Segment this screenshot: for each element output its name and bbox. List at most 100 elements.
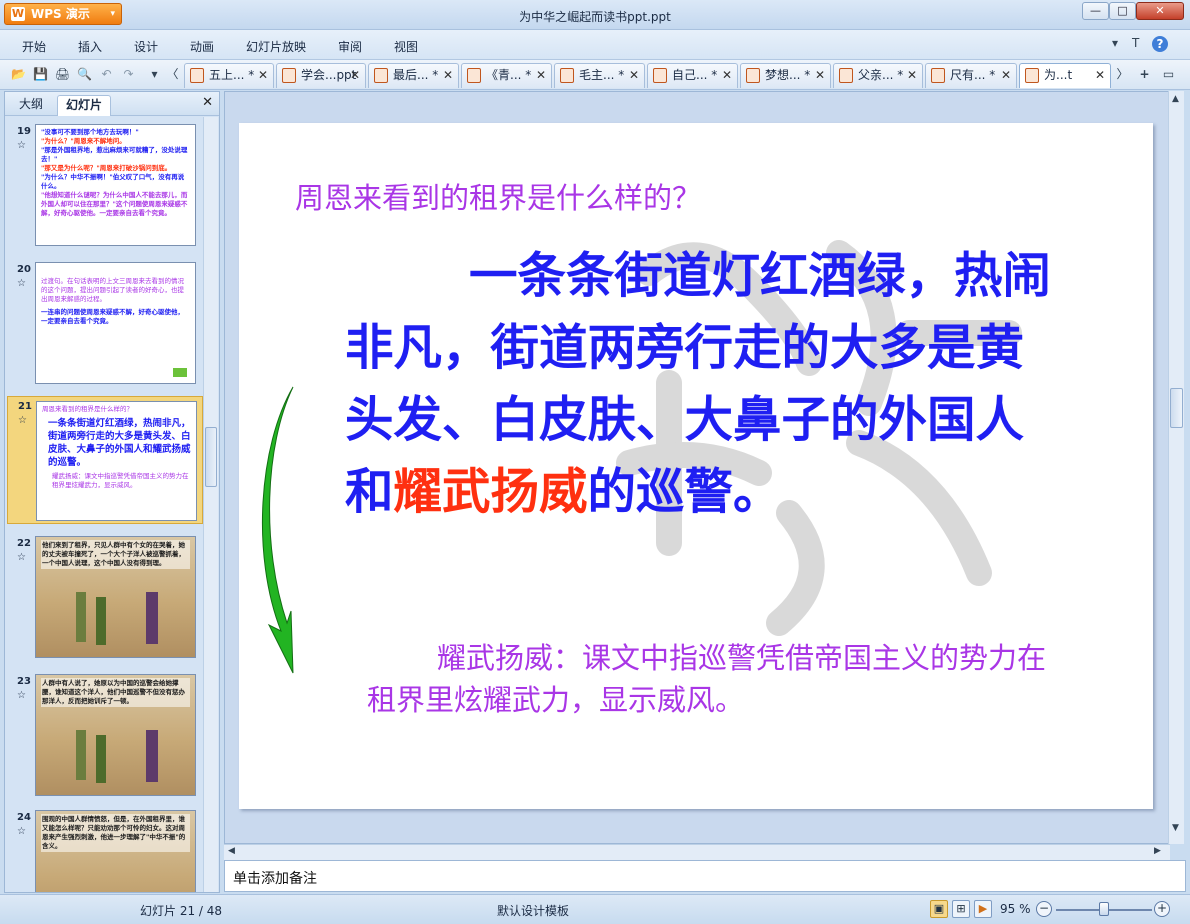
doc-tab[interactable]: 毛主... * ✕ [554, 63, 645, 88]
slide-thumb-row[interactable]: 24 ☆ 围观的中国人群情愤怒，但是，在外国租界里，谁又能怎么样呢？只能劝劝那个… [7, 808, 203, 892]
close-button[interactable]: ✕ [1136, 2, 1184, 20]
slide-thumbnail[interactable]: "没事可不要到那个地方去玩啊！" "为什么？"周恩来不解地问。 "那是外国租界地… [35, 124, 196, 246]
main-text-part: 的巡警。 [587, 464, 782, 520]
minimize-button[interactable]: — [1082, 2, 1109, 20]
slideshow-icon[interactable]: ▶ [974, 900, 992, 918]
panel-close-icon[interactable]: ✕ [202, 95, 213, 110]
doc-tab[interactable]: 尺有... * ✕ [925, 63, 1017, 88]
doc-tab[interactable]: 《青... * ✕ [461, 63, 552, 88]
tab-close-icon[interactable]: ✕ [629, 64, 639, 87]
next-slide-icon[interactable]: ▼ [1172, 823, 1179, 833]
slide-thumb-row-selected[interactable]: 21 ☆ 周恩来看到的租界是什么样的？ 一条条街道灯红酒绿，热闹非凡，街道两旁行… [7, 396, 203, 524]
redo-icon[interactable]: ↷ [120, 66, 137, 83]
doc-tab-label: 学会...ppt [301, 68, 357, 82]
scroll-left-icon[interactable]: ◀ [228, 846, 235, 856]
slide-thumbnail[interactable]: 过渡句。在句话表明的上文三周恩来去看到的情况的这个问题，提出问题引起了读者的好奇… [35, 262, 196, 384]
doc-tab[interactable]: 梦想... * ✕ [740, 63, 831, 88]
vertical-scrollbar[interactable]: ▲ ▼ [1168, 91, 1184, 844]
ppt-file-icon [653, 68, 667, 83]
doc-tab[interactable]: 父亲... * ✕ [833, 63, 923, 88]
tab-close-icon[interactable]: ✕ [722, 64, 732, 87]
horizontal-scrollbar[interactable]: ◀ ▶ [224, 844, 1170, 860]
doc-tab-modified: * [432, 68, 439, 82]
ppt-file-icon [931, 68, 945, 83]
doc-tab-label: 毛主... [579, 68, 615, 82]
tab-outline[interactable]: 大纲 [11, 95, 51, 116]
slide-thumb-row[interactable]: 20 ☆ 过渡句。在句话表明的上文三周恩来去看到的情况的这个问题，提出问题引起了… [7, 260, 203, 388]
save-icon[interactable]: 💾 [32, 66, 49, 83]
tabs-scroll-left-icon[interactable]: 〈 [164, 66, 181, 83]
slide-thumbnail[interactable]: 他们来到了租界，只见人群中有个女的在哭着，她的丈夫被车撞死了，一个大个子洋人被巡… [35, 536, 196, 658]
undo-icon[interactable]: ↶ [98, 66, 115, 83]
slide-canvas[interactable]: 周恩来看到的租界是什么样的？ 一条条街道灯红酒绿，热闹非凡，街道两旁行走的大多是… [239, 123, 1153, 809]
tab-close-icon[interactable]: ✕ [815, 64, 825, 87]
slide-thumbnail[interactable]: 人群中有人说了，她原以为中国的巡警会给她撑腰，谁知道这个洋人，他们中国巡警不但没… [35, 674, 196, 796]
slide-thumbnail[interactable]: 围观的中国人群情愤怒，但是，在外国租界里，谁又能怎么样呢？只能劝劝那个可怜的妇女… [35, 810, 196, 892]
slides-panel-scrollbar[interactable] [203, 117, 218, 892]
zoom-in-button[interactable]: + [1154, 901, 1170, 917]
menu-animation[interactable]: 动画 [190, 38, 214, 55]
tabs-scroll-right-icon[interactable]: 〉 [1114, 66, 1131, 83]
menu-home[interactable]: 开始 [22, 38, 46, 55]
tab-slides[interactable]: 幻灯片 [57, 95, 112, 116]
help-icon[interactable]: ? [1152, 36, 1168, 52]
tab-close-icon[interactable]: ✕ [443, 64, 453, 87]
print-icon[interactable]: 🖨 [54, 66, 71, 83]
slide-number: 20 [17, 264, 31, 275]
slide-thumb-row[interactable]: 22 ☆ 他们来到了租界，只见人群中有个女的在哭着，她的丈夫被车撞死了，一个大个… [7, 534, 203, 662]
slide-number: 19 [17, 126, 31, 137]
scroll-right-icon[interactable]: ▶ [1154, 846, 1161, 856]
thumb-text: "那又是为什么呢？"周恩来打破沙锅问到底。 [41, 164, 172, 172]
figure-shape [76, 592, 86, 642]
slide-question[interactable]: 周恩来看到的租界是什么样的？ [295, 175, 701, 217]
menu-view[interactable]: 视图 [394, 38, 418, 55]
doc-tab[interactable]: 自己... * ✕ [647, 63, 738, 88]
curved-arrow-icon[interactable] [257, 385, 297, 675]
zoom-out-button[interactable]: − [1036, 901, 1052, 917]
tab-close-icon[interactable]: ✕ [907, 64, 917, 87]
window-layout-icon[interactable]: ▭ [1160, 66, 1177, 83]
new-tab-icon[interactable]: + [1136, 66, 1153, 83]
tab-close-icon[interactable]: ✕ [258, 64, 268, 87]
animation-star-icon: ☆ [17, 278, 26, 289]
menu-insert[interactable]: 插入 [78, 38, 102, 55]
notes-pane[interactable]: 单击添加备注 [224, 860, 1186, 892]
doc-tab[interactable]: 最后... * ✕ [368, 63, 459, 88]
doc-tab[interactable]: 五上... * ✕ [184, 63, 274, 88]
thumb-text: 他们来到了租界，只见人群中有个女的在哭着，她的丈夫被车撞死了，一个大个子洋人被巡… [41, 540, 190, 569]
print-preview-icon[interactable]: 🔍 [76, 66, 93, 83]
open-icon[interactable]: 📂 [10, 66, 27, 83]
play-icon [173, 368, 187, 377]
tab-close-icon[interactable]: ✕ [1095, 64, 1105, 87]
scrollbar-thumb[interactable] [205, 427, 217, 487]
design-template-name[interactable]: 默认设计模板 [497, 902, 569, 919]
menu-review[interactable]: 审阅 [338, 38, 362, 55]
normal-view-icon[interactable]: ▣ [930, 900, 948, 918]
slide-definition-note[interactable]: 耀武扬威：课文中指巡警凭借帝国主义的势力在租界里炫耀武力，显示威风。 [367, 637, 1057, 721]
doc-tab[interactable]: 学会...ppt ✕ [276, 63, 366, 88]
tab-close-icon[interactable]: ✕ [1001, 64, 1011, 87]
maximize-button[interactable]: □ [1109, 2, 1136, 20]
menu-slideshow[interactable]: 幻灯片放映 [246, 38, 306, 55]
slide-thumbnail[interactable]: 周恩来看到的租界是什么样的？ 一条条街道灯红酒绿，热闹非凡，街道两旁行走的大多是… [36, 401, 197, 521]
tab-close-icon[interactable]: ✕ [350, 64, 360, 87]
tab-close-icon[interactable]: ✕ [536, 64, 546, 87]
menu-design[interactable]: 设计 [134, 38, 158, 55]
slide-main-text[interactable]: 一条条街道灯红酒绿，热闹非凡，街道两旁行走的大多是黄头发、白皮肤、大鼻子的外国人… [345, 240, 1055, 528]
toolbar: 📂 💾 🖨 🔍 ↶ ↷ ▾ 〈 五上... * ✕ 学会...ppt ✕ 最后.… [0, 60, 1190, 90]
scroll-up-icon[interactable]: ▲ [1172, 94, 1179, 104]
slide-sorter-icon[interactable]: ⊞ [952, 900, 970, 918]
customize-toolbar-icon[interactable]: ▾ [146, 66, 163, 83]
thumb-text: "那是外国租界地，惹出麻烦来可就糟了，没处说理去！" [41, 146, 188, 163]
doc-tab-modified: * [525, 68, 532, 82]
doc-tab-active[interactable]: 为...t ✕ [1019, 63, 1111, 88]
slide-thumb-row[interactable]: 23 ☆ 人群中有人说了，她原以为中国的巡警会给她撑腰，谁知道这个洋人，他们中国… [7, 672, 203, 800]
scrollbar-thumb[interactable] [1170, 388, 1183, 428]
ribbon-collapse-icon[interactable]: ▾ [1112, 36, 1118, 50]
zoom-slider-knob[interactable] [1099, 902, 1109, 916]
slide-thumb-row[interactable]: 19 ☆ "没事可不要到那个地方去玩啊！" "为什么？"周恩来不解地问。 "那是… [7, 122, 203, 250]
skin-icon[interactable]: T [1132, 36, 1139, 50]
animation-star-icon: ☆ [17, 690, 26, 701]
notes-placeholder[interactable]: 单击添加备注 [233, 868, 317, 888]
slide-number: 24 [17, 812, 31, 823]
